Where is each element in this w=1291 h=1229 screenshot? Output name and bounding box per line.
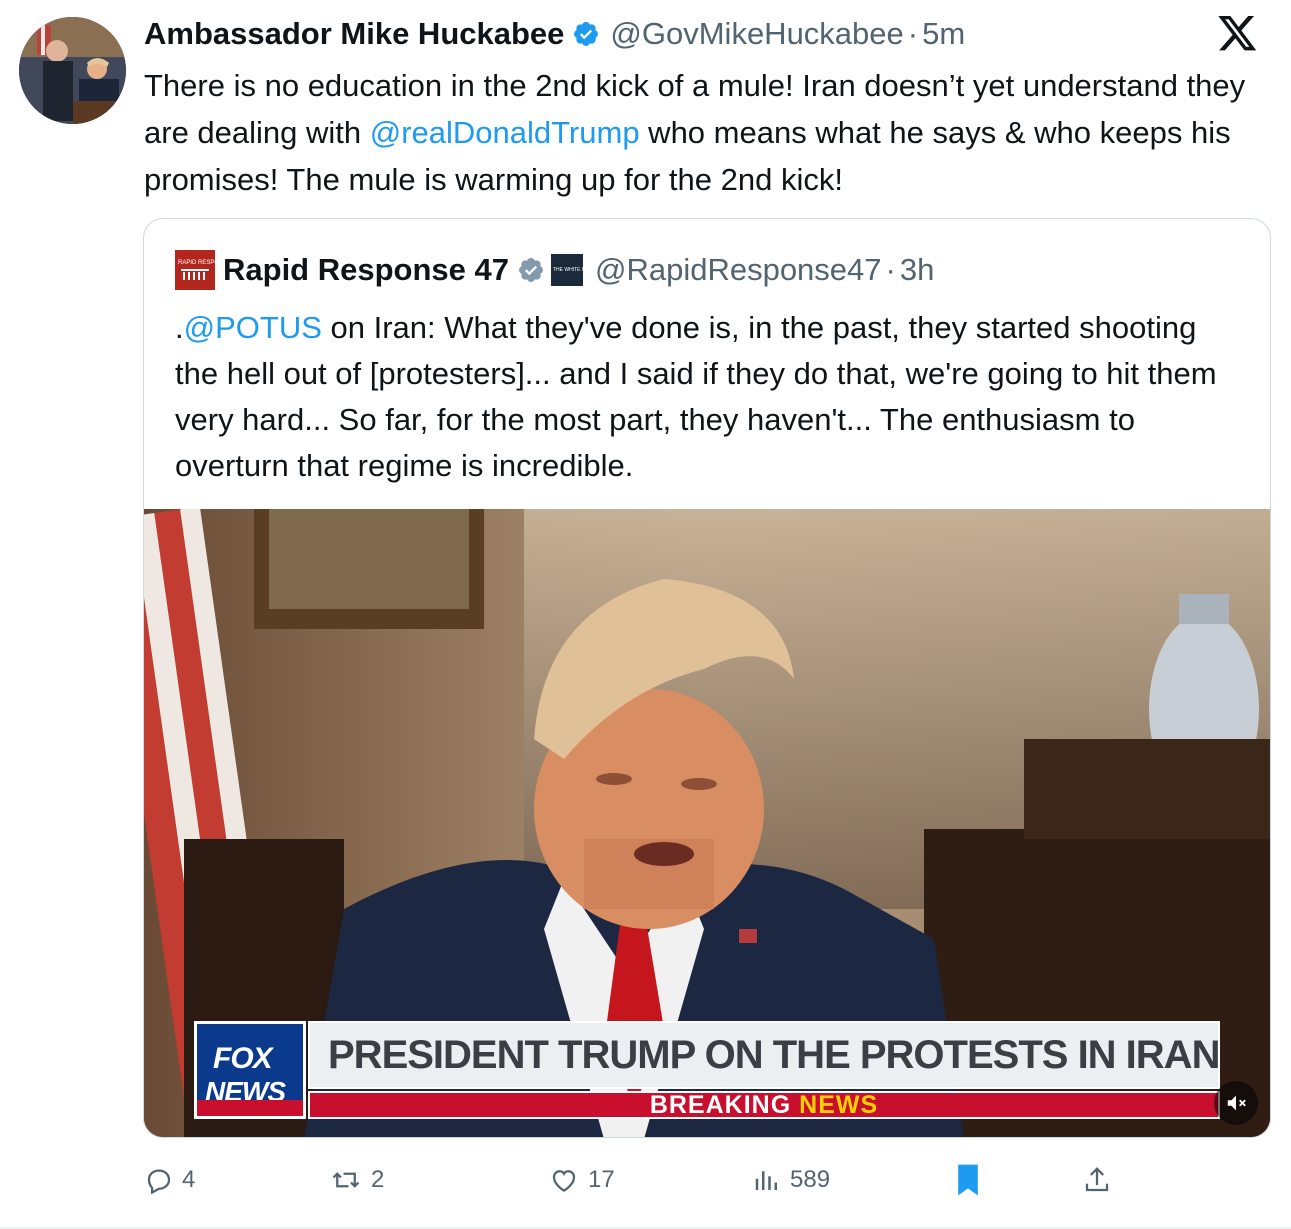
fox-news-logo: FOX NEWS [194,1021,306,1119]
reply-count: 4 [182,1166,196,1193]
reply-icon [147,1169,171,1195]
quoted-text-prefix: . [175,310,184,345]
verified-badge-icon[interactable] [572,20,600,48]
news-word: NEWS [799,1090,879,1119]
breaking-news-bar: BREAKING NEWS [308,1091,1220,1119]
views-count: 589 [790,1166,831,1193]
fox-logo-red-bar [197,1100,303,1116]
gray-verified-badge-icon[interactable] [517,256,545,284]
share-button[interactable] [1082,1158,1120,1202]
tweet-text: There is no education in the 2nd kick of… [144,62,1274,203]
quoted-tweet-time[interactable]: 3h [900,252,934,288]
views-chart-icon [755,1171,777,1190]
quoted-tweet-text: .@POTUS on Iran: What they've done is, i… [175,305,1245,489]
tweet-time[interactable]: 5m [922,16,965,52]
views-button[interactable]: 589 [752,1158,830,1202]
speaker-muted-icon[interactable] [1214,1081,1258,1125]
affiliate-badge-text: THE WHITE HOUSE [552,267,600,273]
repost-count: 2 [371,1166,385,1193]
repost-icon [332,1172,360,1188]
author-avatar[interactable] [19,17,126,124]
bookmark-filled-icon [958,1164,978,1196]
breaking-word: BREAKING [649,1090,792,1119]
mention-link[interactable]: @realDonaldTrump [370,115,640,150]
avatar-photo [19,17,126,124]
quoted-separator-dot: · [885,252,896,287]
tweet-action-bar: 4 2 17 589 [144,1158,1134,1202]
repost-button[interactable]: 2 [329,1158,384,1202]
bookmark-button[interactable] [954,1158,990,1202]
quoted-tweet-header: RAPID RESPONSE Rapid Response 47 THE WHI… [175,249,934,291]
separator-dot: · [907,16,919,51]
rapid-response-logo[interactable]: RAPID RESPONSE [175,250,232,290]
logo-text: RAPID RESPONSE [178,259,232,266]
author-name[interactable]: Ambassador Mike Huckabee [144,16,564,52]
tweet-header: Ambassador Mike Huckabee @GovMikeHuckabe… [144,14,965,54]
x-logo-icon[interactable] [1218,16,1258,52]
heart-icon [552,1170,576,1192]
quoted-text-body: on Iran: What they've done is, in the pa… [175,310,1217,483]
potus-mention-link[interactable]: @POTUS [184,310,322,345]
quoted-tweet-card[interactable]: RAPID RESPONSE Rapid Response 47 THE WHI… [143,218,1271,1138]
like-count: 17 [588,1166,615,1193]
video-headline: PRESIDENT TRUMP ON THE PROTESTS IN IRAN [308,1021,1220,1089]
video-player[interactable]: FOX NEWS PRESIDENT TRUMP ON THE PROTESTS… [144,509,1270,1137]
building-icon [181,268,209,280]
fox-logo-line1: FOX [213,1042,273,1075]
lower-third-banner: FOX NEWS PRESIDENT TRUMP ON THE PROTESTS… [194,1021,1220,1119]
share-icon [1085,1167,1109,1192]
quoted-author-handle[interactable]: @RapidResponse47 [595,252,882,288]
author-handle[interactable]: @GovMikeHuckabee [610,16,903,52]
like-button[interactable]: 17 [548,1158,615,1202]
quoted-author-name[interactable]: Rapid Response 47 [223,252,509,288]
reply-button[interactable]: 4 [144,1158,195,1202]
white-house-affiliate-badge[interactable]: THE WHITE HOUSE [550,254,600,286]
